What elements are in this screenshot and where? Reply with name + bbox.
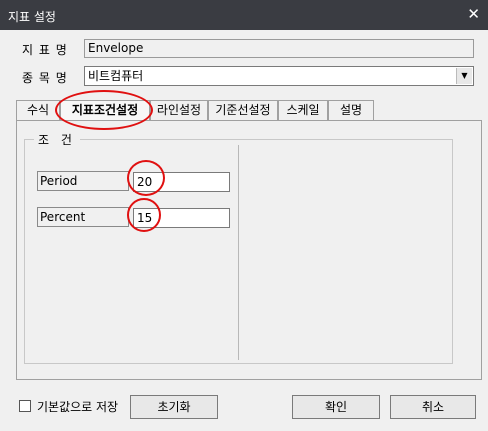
tab-indicator-conditions[interactable]: 지표조건설정 — [60, 100, 150, 120]
period-input[interactable]: 20 — [133, 172, 230, 192]
tab-formula[interactable]: 수식 — [16, 100, 60, 120]
item-name-select[interactable]: 비트컴퓨터 ▼ — [84, 66, 474, 86]
period-label: Period — [37, 171, 129, 191]
ok-button[interactable]: 확인 — [292, 395, 380, 419]
percent-label: Percent — [37, 207, 129, 227]
reset-button[interactable]: 초기화 — [130, 395, 218, 419]
save-default-checkbox[interactable] — [19, 400, 31, 412]
indicator-name-field: Envelope — [84, 39, 474, 58]
tab-scale[interactable]: 스케일 — [278, 100, 328, 120]
tab-description[interactable]: 설명 — [328, 100, 374, 120]
chevron-down-icon[interactable]: ▼ — [456, 68, 472, 84]
window-title: 지표 설정 — [8, 10, 56, 24]
panel-divider — [238, 145, 239, 360]
item-name-label: 종 목 명 — [22, 71, 68, 85]
percent-input[interactable]: 15 — [133, 208, 230, 228]
tab-line-settings[interactable]: 라인설정 — [150, 100, 208, 120]
tab-baseline-settings[interactable]: 기준선설정 — [208, 100, 278, 120]
item-name-value: 비트컴퓨터 — [88, 69, 144, 83]
indicator-name-label: 지 표 명 — [22, 43, 68, 57]
conditions-group-title: 조 건 — [34, 131, 80, 148]
close-icon[interactable]: ✕ — [467, 5, 480, 23]
save-default-label: 기본값으로 저장 — [37, 400, 119, 414]
cancel-button[interactable]: 취소 — [390, 395, 476, 419]
title-bar: 지표 설정 ✕ — [0, 0, 488, 30]
